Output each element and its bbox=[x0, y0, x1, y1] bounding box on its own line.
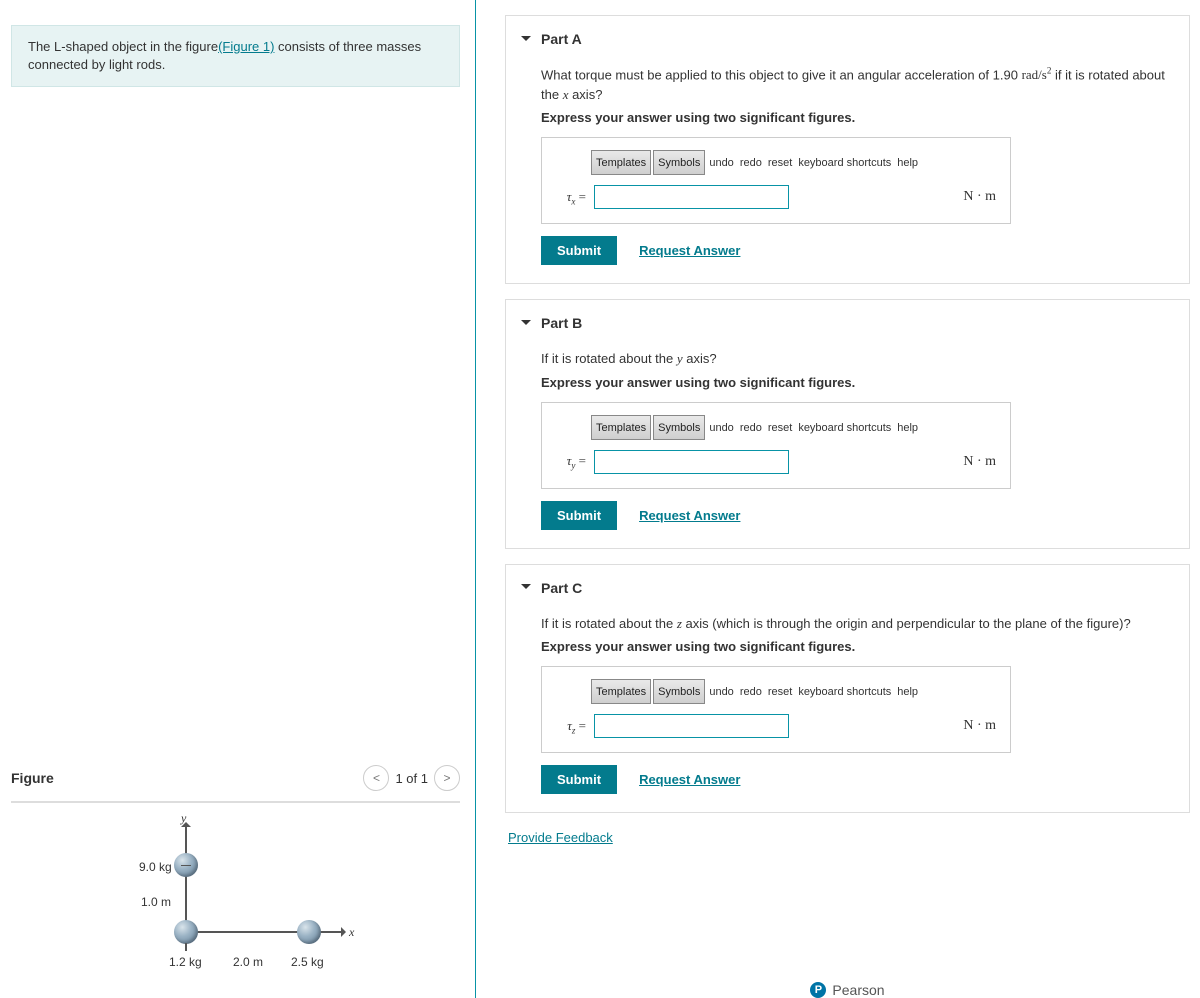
mass-right bbox=[297, 920, 321, 944]
tick-y bbox=[181, 865, 191, 866]
help-button[interactable]: help bbox=[895, 680, 920, 704]
part-a: Part A What torque must be applied to th… bbox=[505, 15, 1190, 284]
part-a-answer-box: Templates Symbols undo redo reset keyboa… bbox=[541, 137, 1011, 224]
redo-button[interactable]: redo bbox=[738, 416, 764, 440]
undo-button[interactable]: undo bbox=[707, 416, 735, 440]
collapse-icon[interactable] bbox=[521, 320, 531, 330]
part-c-title: Part C bbox=[541, 580, 582, 596]
figure-next-button[interactable]: > bbox=[434, 765, 460, 791]
part-b-instruction: Express your answer using two significan… bbox=[541, 375, 1171, 390]
provide-feedback-link[interactable]: Provide Feedback bbox=[505, 830, 1190, 845]
part-c-prefix: τz = bbox=[556, 718, 586, 736]
mass-top-label: 9.0 kg bbox=[139, 860, 172, 874]
reset-button[interactable]: reset bbox=[766, 416, 794, 440]
part-b-input[interactable] bbox=[594, 450, 789, 474]
part-a-input[interactable] bbox=[594, 185, 789, 209]
part-a-instruction: Express your answer using two significan… bbox=[541, 110, 1171, 125]
part-c-unit: N · m bbox=[963, 718, 996, 734]
part-c-submit-button[interactable]: Submit bbox=[541, 765, 617, 794]
mass-origin-label: 1.2 kg bbox=[169, 955, 202, 969]
symbols-button[interactable]: Symbols bbox=[653, 150, 705, 175]
y-axis bbox=[185, 823, 187, 933]
intro-text-before: The L-shaped object in the figure bbox=[28, 39, 218, 54]
figure-link[interactable]: (Figure 1) bbox=[218, 39, 274, 54]
part-b-unit: N · m bbox=[963, 454, 996, 470]
mass-right-label: 2.5 kg bbox=[291, 955, 324, 969]
part-c-request-answer-link[interactable]: Request Answer bbox=[639, 772, 740, 787]
redo-button[interactable]: redo bbox=[738, 151, 764, 175]
y-axis-label: y bbox=[181, 811, 186, 826]
figure-title: Figure bbox=[11, 770, 54, 786]
part-b: Part B If it is rotated about the y axis… bbox=[505, 299, 1190, 549]
figure-pager-label: 1 of 1 bbox=[395, 771, 428, 786]
symbols-button[interactable]: Symbols bbox=[653, 415, 705, 440]
part-a-question: What torque must be applied to this obje… bbox=[541, 65, 1171, 104]
undo-button[interactable]: undo bbox=[707, 151, 735, 175]
part-b-request-answer-link[interactable]: Request Answer bbox=[639, 508, 740, 523]
symbols-button[interactable]: Symbols bbox=[653, 679, 705, 704]
part-b-submit-button[interactable]: Submit bbox=[541, 501, 617, 530]
part-b-prefix: τy = bbox=[556, 453, 586, 471]
keyboard-shortcuts-button[interactable]: keyboard shortcuts bbox=[796, 151, 893, 175]
part-a-submit-button[interactable]: Submit bbox=[541, 236, 617, 265]
collapse-icon[interactable] bbox=[521, 36, 531, 46]
part-c-answer-box: Templates Symbols undo redo reset keyboa… bbox=[541, 666, 1011, 753]
part-b-title: Part B bbox=[541, 315, 582, 331]
x-axis bbox=[185, 931, 345, 933]
tick-origin bbox=[185, 943, 187, 951]
part-c-question: If it is rotated about the z axis (which… bbox=[541, 614, 1171, 634]
redo-button[interactable]: redo bbox=[738, 680, 764, 704]
collapse-icon[interactable] bbox=[521, 584, 531, 594]
help-button[interactable]: help bbox=[895, 151, 920, 175]
keyboard-shortcuts-button[interactable]: keyboard shortcuts bbox=[796, 416, 893, 440]
reset-button[interactable]: reset bbox=[766, 151, 794, 175]
problem-intro: The L-shaped object in the figure(Figure… bbox=[11, 25, 460, 87]
brand-footer: P Pearson bbox=[505, 982, 1190, 998]
mass-origin bbox=[174, 920, 198, 944]
templates-button[interactable]: Templates bbox=[591, 415, 651, 440]
templates-button[interactable]: Templates bbox=[591, 679, 651, 704]
part-a-prefix: τx = bbox=[556, 189, 586, 207]
templates-button[interactable]: Templates bbox=[591, 150, 651, 175]
figure-prev-button[interactable]: < bbox=[363, 765, 389, 791]
part-a-unit: N · m bbox=[963, 189, 996, 205]
undo-button[interactable]: undo bbox=[707, 680, 735, 704]
part-c-instruction: Express your answer using two significan… bbox=[541, 639, 1171, 654]
part-c: Part C If it is rotated about the z axis… bbox=[505, 564, 1190, 814]
pearson-logo-icon: P bbox=[810, 982, 826, 998]
part-a-title: Part A bbox=[541, 31, 582, 47]
figure-diagram: y x 9.0 kg 1.0 m 1.2 kg 2.0 m 2.5 kg bbox=[131, 823, 460, 983]
help-button[interactable]: help bbox=[895, 416, 920, 440]
brand-label: Pearson bbox=[832, 982, 884, 998]
keyboard-shortcuts-button[interactable]: keyboard shortcuts bbox=[796, 680, 893, 704]
part-b-question: If it is rotated about the y axis? bbox=[541, 349, 1171, 369]
mass-top-distance: 1.0 m bbox=[141, 895, 171, 909]
part-b-answer-box: Templates Symbols undo redo reset keyboa… bbox=[541, 402, 1011, 489]
reset-button[interactable]: reset bbox=[766, 680, 794, 704]
part-c-input[interactable] bbox=[594, 714, 789, 738]
mass-right-distance: 2.0 m bbox=[233, 955, 263, 969]
part-a-request-answer-link[interactable]: Request Answer bbox=[639, 243, 740, 258]
pane-resizer[interactable] bbox=[471, 0, 480, 998]
x-axis-label: x bbox=[349, 925, 354, 940]
